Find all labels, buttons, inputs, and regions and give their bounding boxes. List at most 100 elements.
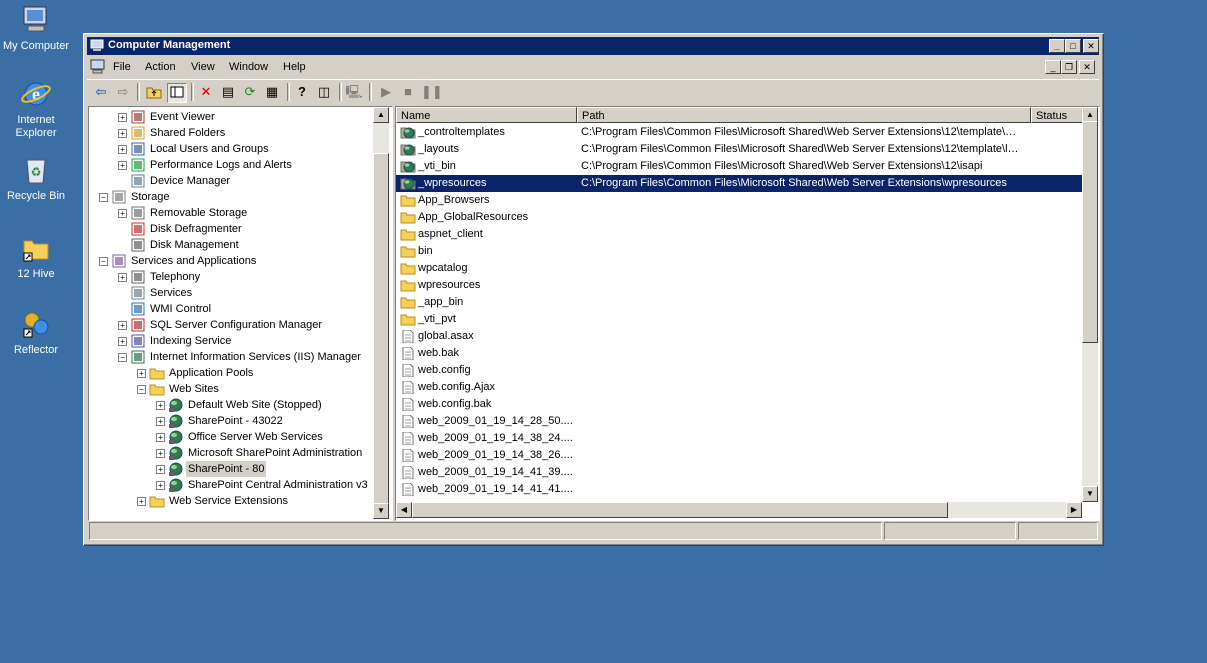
list-item[interactable]: web.bak <box>396 345 1082 362</box>
tree-item[interactable]: + Indexing Service <box>89 333 379 349</box>
collapse-icon[interactable]: − <box>118 353 127 362</box>
tree-item[interactable]: + Telephony <box>89 269 379 285</box>
list-item[interactable]: _vti_bin C:\Program Files\Common Files\Mi… <box>396 158 1082 175</box>
tree-item[interactable]: + SharePoint Central Administration v3 <box>89 477 379 493</box>
show-hide-action-pane-icon[interactable]: ◫ <box>315 83 333 101</box>
expand-icon[interactable]: + <box>156 481 165 490</box>
expand-icon[interactable]: + <box>137 497 146 506</box>
list-horizontal-scrollbar[interactable]: ◀ ▶ <box>396 502 1082 518</box>
tree-item[interactable]: − Internet Information Services (IIS) Man… <box>89 349 379 365</box>
list-vertical-scrollbar[interactable]: ▲ ▼ <box>1082 107 1098 502</box>
menu-window[interactable]: Window <box>229 61 268 73</box>
expand-icon[interactable]: + <box>118 113 127 122</box>
desktop-icon-internet-explorer[interactable]: e Internet Explorer <box>0 78 72 140</box>
scroll-right-arrow-icon[interactable]: ▶ <box>1066 502 1082 518</box>
list-item[interactable]: _app_bin <box>396 294 1082 311</box>
collapse-icon[interactable]: − <box>137 385 146 394</box>
tree-item[interactable]: Services <box>89 285 379 301</box>
mmc-icon[interactable] <box>90 59 106 74</box>
menu-help[interactable]: Help <box>283 61 306 73</box>
tree-item[interactable]: − Web Sites <box>89 381 379 397</box>
list-item[interactable]: aspnet_client <box>396 226 1082 243</box>
menu-view[interactable]: View <box>191 61 215 73</box>
scroll-down-arrow-icon[interactable]: ▼ <box>1082 486 1098 502</box>
scroll-left-arrow-icon[interactable]: ◀ <box>396 502 412 518</box>
desktop-icon-my-computer[interactable]: My Computer <box>0 4 72 53</box>
column-header-status[interactable]: Status <box>1031 107 1083 123</box>
expand-icon[interactable]: + <box>118 337 127 346</box>
mdi-close-button[interactable]: ✕ <box>1079 60 1095 74</box>
scroll-down-arrow-icon[interactable]: ▼ <box>373 503 389 519</box>
list-item[interactable]: web.config <box>396 362 1082 379</box>
up-folder-icon[interactable] <box>145 83 163 101</box>
tree-item[interactable]: + Web Service Extensions <box>89 493 379 509</box>
list-item[interactable]: web.config.Ajax <box>396 379 1082 396</box>
expand-icon[interactable]: + <box>118 129 127 138</box>
delete-icon[interactable]: ✕ <box>197 83 215 101</box>
expand-icon[interactable]: + <box>118 145 127 154</box>
expand-icon[interactable]: + <box>137 369 146 378</box>
mdi-restore-button[interactable]: ❐ <box>1061 60 1077 74</box>
tree-item[interactable]: + SharePoint - 80 <box>89 461 379 477</box>
desktop-icon-recycle-bin[interactable]: ♻ Recycle Bin <box>0 154 72 203</box>
connect-computer-icon[interactable]: 🖳 <box>345 83 363 101</box>
properties-icon[interactable]: ▤ <box>219 83 237 101</box>
desktop-icon-reflector[interactable]: Reflector <box>0 308 72 357</box>
list-item[interactable]: App_Browsers <box>396 192 1082 209</box>
forward-arrow-icon[interactable]: ⇨ <box>114 83 132 101</box>
tree-item[interactable]: + Office Server Web Services <box>89 429 379 445</box>
scroll-up-arrow-icon[interactable]: ▲ <box>373 107 389 123</box>
expand-icon[interactable]: + <box>118 161 127 170</box>
list-item[interactable]: _vti_pvt <box>396 311 1082 328</box>
column-header-path[interactable]: Path <box>577 107 1031 123</box>
expand-icon[interactable]: + <box>156 417 165 426</box>
list-item[interactable]: web_2009_01_19_14_41_39.... <box>396 464 1082 481</box>
column-header-name[interactable]: Name <box>396 107 577 123</box>
list-item[interactable]: App_GlobalResources <box>396 209 1082 226</box>
list-item[interactable]: web.config.bak <box>396 396 1082 413</box>
help-icon[interactable]: ? <box>293 83 311 101</box>
minimize-button[interactable]: _ <box>1049 39 1065 53</box>
tree-item[interactable]: + SQL Server Configuration Manager <box>89 317 379 333</box>
refresh-icon[interactable]: ⟳ <box>241 83 259 101</box>
list-item[interactable]: _wpresources C:\Program Files\Common File… <box>396 175 1082 192</box>
show-hide-console-tree-icon[interactable] <box>167 83 187 103</box>
collapse-icon[interactable]: − <box>99 193 108 202</box>
menu-action[interactable]: Action <box>145 61 176 73</box>
list-item[interactable]: bin <box>396 243 1082 260</box>
list-item[interactable]: web_2009_01_19_14_38_26.... <box>396 447 1082 464</box>
list-item[interactable]: wpcatalog <box>396 260 1082 277</box>
tree-vertical-scrollbar[interactable]: ▲ ▼ <box>373 107 389 519</box>
menu-file[interactable]: File <box>113 61 131 73</box>
maximize-button[interactable]: □ <box>1065 39 1081 53</box>
expand-icon[interactable]: + <box>156 465 165 474</box>
tree-item[interactable]: Disk Defragmenter <box>89 221 379 237</box>
tree-item[interactable]: + Performance Logs and Alerts <box>89 157 379 173</box>
list-item[interactable]: wpresources <box>396 277 1082 294</box>
scroll-thumb[interactable] <box>373 153 389 505</box>
collapse-icon[interactable]: − <box>99 257 108 266</box>
tree-item[interactable]: − Storage <box>89 189 379 205</box>
tree-item[interactable]: − Services and Applications <box>89 253 379 269</box>
tree-item[interactable]: Device Manager <box>89 173 379 189</box>
tree-item[interactable]: + Event Viewer <box>89 109 379 125</box>
list-item[interactable]: global.asax <box>396 328 1082 345</box>
expand-icon[interactable]: + <box>156 401 165 410</box>
desktop-icon-12-hive[interactable]: 12 Hive <box>0 232 72 281</box>
expand-icon[interactable]: + <box>156 433 165 442</box>
list-item[interactable]: web_2009_01_19_14_38_24.... <box>396 430 1082 447</box>
tree-item[interactable]: WMI Control <box>89 301 379 317</box>
tree-item[interactable]: Disk Management <box>89 237 379 253</box>
tree-item[interactable]: + Local Users and Groups <box>89 141 379 157</box>
list-item[interactable]: _layouts C:\Program Files\Common Files\Mi… <box>396 141 1082 158</box>
scroll-thumb[interactable] <box>1082 121 1098 343</box>
list-item[interactable]: web_2009_01_19_14_28_50.... <box>396 413 1082 430</box>
list-item[interactable]: web_2009_01_19_14_41_41.... <box>396 481 1082 498</box>
tree-item[interactable]: + Default Web Site (Stopped) <box>89 397 379 413</box>
expand-icon[interactable]: + <box>118 273 127 282</box>
stop-icon[interactable]: ■ <box>399 83 417 101</box>
tree-item[interactable]: + SharePoint - 43022 <box>89 413 379 429</box>
mdi-minimize-button[interactable]: _ <box>1045 60 1061 74</box>
tree-item[interactable]: + Removable Storage <box>89 205 379 221</box>
list-item[interactable]: _controltemplates C:\Program Files\Common… <box>396 124 1082 141</box>
